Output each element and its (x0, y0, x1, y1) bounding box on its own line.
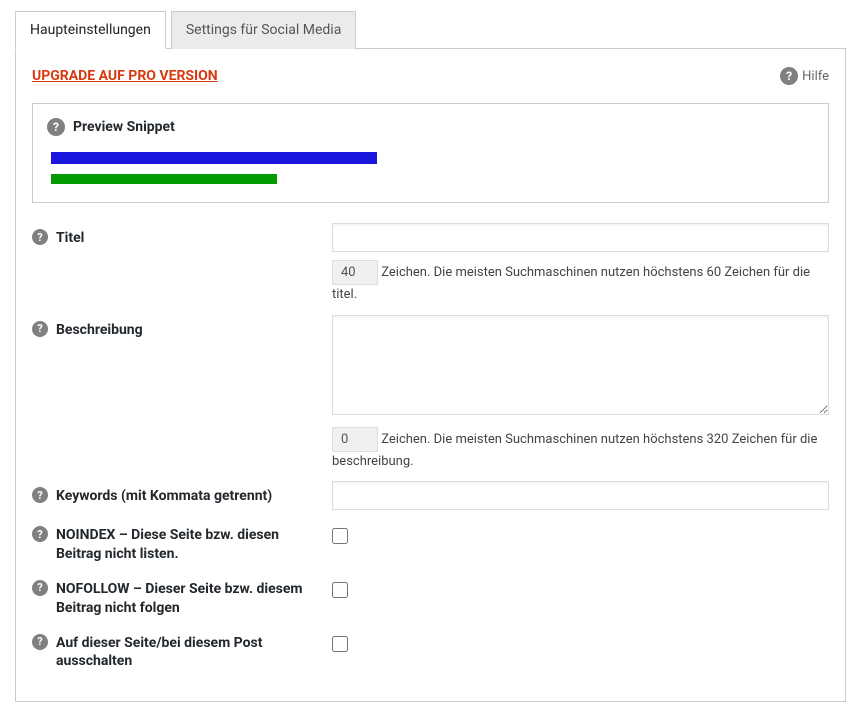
help-link[interactable]: ? Hilfe (780, 67, 829, 85)
tab-main-settings[interactable]: Haupteinstellungen (15, 11, 166, 49)
tabs: Haupteinstellungen Settings für Social M… (15, 10, 846, 48)
label-title: ? Titel (32, 223, 332, 248)
title-input[interactable] (332, 223, 829, 252)
title-hint: Zeichen. Die meisten Suchmaschinen nutze… (332, 265, 810, 302)
noindex-checkbox[interactable] (332, 528, 348, 544)
label-keywords: ? Keywords (mit Kommata getrennt) (32, 481, 332, 506)
label-description: ? Beschreibung (32, 315, 332, 340)
help-icon: ? (47, 118, 65, 136)
help-icon: ? (32, 229, 48, 245)
preview-heading: ? Preview Snippet (47, 118, 814, 136)
label-noindex: ? NOINDEX – Diese Seite bzw. diesen Beit… (32, 520, 332, 564)
help-label: Hilfe (802, 69, 829, 84)
nofollow-checkbox[interactable] (332, 582, 348, 598)
label-disable: ? Auf dieser Seite/bei diesem Post aussc… (32, 628, 332, 672)
description-char-count: 0 (332, 427, 378, 452)
help-icon: ? (32, 321, 48, 337)
upgrade-link[interactable]: UPGRADE AUF PRO VERSION (32, 68, 218, 84)
row-title: ? Titel 40 Zeichen. Die meisten Suchmasc… (32, 223, 829, 305)
label-noindex-text: NOINDEX – Diese Seite bzw. diesen Beitra… (56, 526, 322, 564)
description-textarea[interactable] (332, 315, 829, 415)
row-nofollow: ? NOFOLLOW – Dieser Seite bzw. diesem Be… (32, 574, 829, 618)
help-icon: ? (780, 67, 798, 85)
keywords-input[interactable] (332, 481, 829, 510)
row-noindex: ? NOINDEX – Diese Seite bzw. diesen Beit… (32, 520, 829, 564)
label-description-text: Beschreibung (56, 321, 143, 340)
row-description: ? Beschreibung 0 Zeichen. Die meisten Su… (32, 315, 829, 472)
preview-snippet-box: ? Preview Snippet (32, 103, 829, 203)
description-hint: Zeichen. Die meisten Suchmaschinen nutze… (332, 432, 817, 469)
preview-heading-label: Preview Snippet (73, 119, 175, 135)
label-nofollow: ? NOFOLLOW – Dieser Seite bzw. diesem Be… (32, 574, 332, 618)
label-keywords-text: Keywords (mit Kommata getrennt) (56, 487, 272, 506)
label-nofollow-text: NOFOLLOW – Dieser Seite bzw. diesem Beit… (56, 580, 322, 618)
label-disable-text: Auf dieser Seite/bei diesem Post ausscha… (56, 634, 322, 672)
settings-panel: UPGRADE AUF PRO VERSION ? Hilfe ? Previe… (15, 48, 846, 702)
panel-top-row: UPGRADE AUF PRO VERSION ? Hilfe (32, 67, 829, 85)
preview-url-bar (51, 174, 277, 184)
row-disable: ? Auf dieser Seite/bei diesem Post aussc… (32, 628, 829, 672)
help-icon: ? (32, 487, 48, 503)
title-char-count: 40 (332, 260, 378, 285)
help-icon: ? (32, 526, 48, 542)
preview-title-bar (51, 152, 377, 164)
row-keywords: ? Keywords (mit Kommata getrennt) (32, 481, 829, 510)
help-icon: ? (32, 634, 48, 650)
disable-checkbox[interactable] (332, 636, 348, 652)
tab-social-settings[interactable]: Settings für Social Media (171, 11, 356, 49)
help-icon: ? (32, 580, 48, 596)
label-title-text: Titel (56, 229, 84, 248)
